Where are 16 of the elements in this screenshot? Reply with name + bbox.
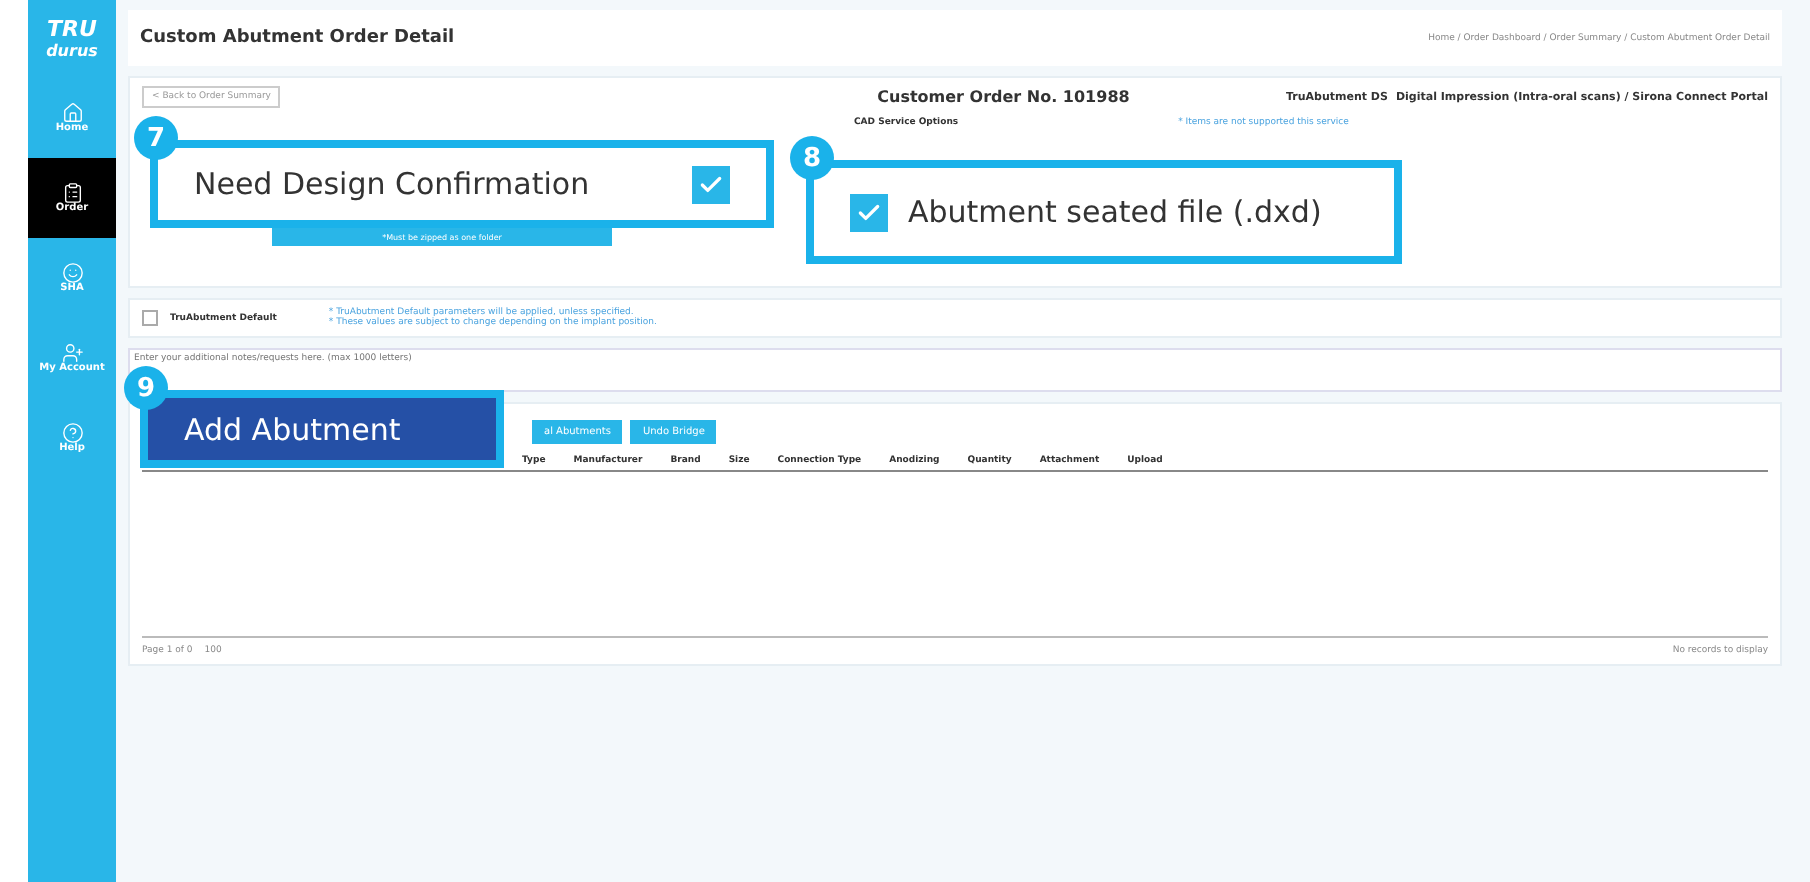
smile-icon	[61, 261, 83, 284]
checkbox[interactable]	[692, 165, 730, 203]
logo: TRU	[47, 16, 97, 43]
user-icon	[61, 341, 83, 364]
checkbox[interactable]	[142, 310, 158, 326]
callout-label: Abutment seated file (.dxd)	[908, 194, 1322, 230]
logo-subtitle: durus	[46, 42, 98, 62]
checkbox[interactable]	[850, 193, 888, 231]
customer-order-number: Customer Order No. 101988	[877, 88, 1130, 106]
callout-label: Need Design Confirmation	[194, 166, 590, 202]
home-icon	[61, 101, 83, 124]
check-icon	[856, 199, 882, 225]
check-icon	[698, 171, 724, 197]
page-title: Custom Abutment Order Detail	[140, 28, 455, 48]
clipboard-icon	[61, 181, 83, 204]
help-icon	[61, 421, 83, 444]
